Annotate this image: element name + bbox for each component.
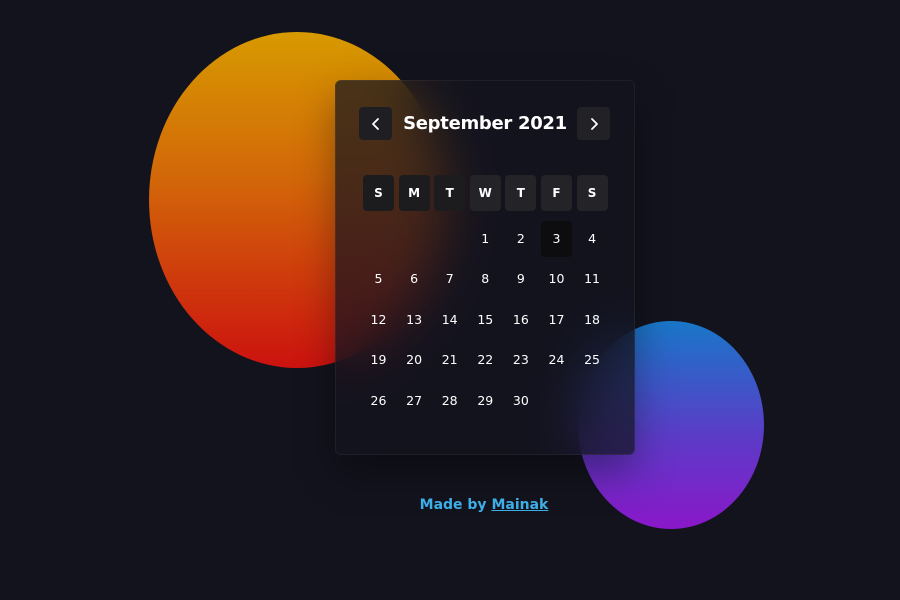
day-cell[interactable]: 26 — [363, 383, 394, 419]
day-cell[interactable]: 4 — [577, 221, 608, 257]
day-cell-today[interactable]: 3 — [540, 220, 572, 257]
day-cell[interactable]: 11 — [577, 261, 608, 297]
day-cell[interactable]: 2 — [505, 221, 536, 257]
day-cell[interactable]: 5 — [363, 261, 394, 297]
day-cell[interactable]: 29 — [470, 383, 501, 419]
day-cell[interactable]: 9 — [505, 261, 536, 297]
weekday-header: S — [576, 175, 608, 211]
author-link[interactable]: Mainak — [491, 497, 548, 513]
day-cell[interactable]: 24 — [541, 342, 572, 378]
day-cell[interactable]: 7 — [434, 261, 465, 297]
day-cell[interactable]: 22 — [470, 342, 501, 378]
day-cell[interactable]: 19 — [363, 342, 394, 378]
next-month-button[interactable] — [577, 107, 610, 140]
weekday-header: F — [540, 175, 572, 211]
calendar-card: September 2021 S M T W T F S 1 2 3 4 5 6 7 8 9 10 11 12 13 1… — [335, 80, 635, 455]
weekday-header: W — [469, 175, 501, 211]
weekday-header: M — [398, 175, 430, 211]
calendar-grid: S M T W T F S 1 2 3 4 5 6 7 8 9 10 11 12 13 14 15 16 17 18 19 20 21… — [363, 175, 608, 419]
page: September 2021 S M T W T F S 1 2 3 4 5 6 7 8 9 10 11 12 13 1… — [0, 0, 900, 600]
day-cell[interactable]: 17 — [541, 302, 572, 338]
weekday-header: T — [434, 175, 466, 211]
footer-prefix: Made by — [419, 497, 492, 513]
day-cell[interactable]: 25 — [577, 342, 608, 378]
day-cell[interactable]: 18 — [577, 302, 608, 338]
chevron-right-icon — [590, 117, 598, 130]
empty-day-cell — [363, 221, 394, 257]
month-title: September 2021 — [403, 113, 567, 134]
day-cell[interactable]: 8 — [470, 261, 501, 297]
day-cell[interactable]: 28 — [434, 383, 465, 419]
weekday-header: T — [505, 175, 537, 211]
empty-day-cell — [434, 221, 465, 257]
footer-credit: Made by Mainak — [0, 497, 900, 513]
day-cell[interactable]: 15 — [470, 302, 501, 338]
day-cell[interactable]: 16 — [505, 302, 536, 338]
day-cell[interactable]: 23 — [505, 342, 536, 378]
day-cell[interactable]: 6 — [399, 261, 430, 297]
day-cell[interactable]: 10 — [541, 261, 572, 297]
chevron-left-icon — [371, 117, 379, 130]
day-cell[interactable]: 27 — [399, 383, 430, 419]
empty-day-cell — [399, 221, 430, 257]
day-cell[interactable]: 14 — [434, 302, 465, 338]
day-cell[interactable]: 21 — [434, 342, 465, 378]
day-cell[interactable]: 20 — [399, 342, 430, 378]
day-cell[interactable]: 13 — [399, 302, 430, 338]
day-cell[interactable]: 12 — [363, 302, 394, 338]
day-cell[interactable]: 30 — [505, 383, 536, 419]
weekday-header: S — [363, 175, 394, 211]
prev-month-button[interactable] — [359, 107, 392, 140]
day-cell[interactable]: 1 — [470, 221, 501, 257]
